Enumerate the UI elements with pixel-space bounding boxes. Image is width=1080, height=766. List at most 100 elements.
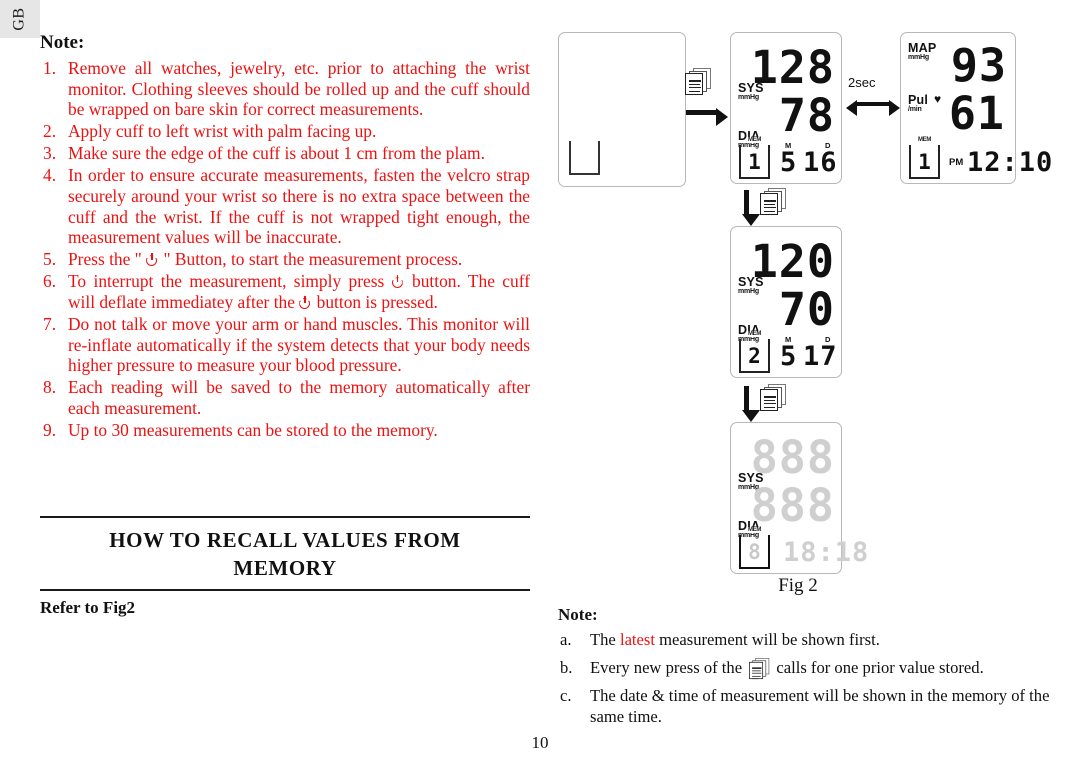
- bottom-note-list: a. The latest measurement will be shown …: [558, 629, 1058, 727]
- memory-icon-sheet: [760, 193, 778, 216]
- mem-box: [569, 141, 600, 175]
- map-unit-text: mmHg: [908, 54, 929, 61]
- memory-icon-line: [764, 406, 775, 408]
- memory-icon-line: [764, 399, 775, 401]
- section-title-line2: MEMORY: [233, 556, 337, 580]
- list-item-text: Remove all watches, jewelry, etc. prior …: [68, 58, 530, 120]
- arrow-double-icon: [846, 99, 900, 116]
- section-title: HOW TO RECALL VALUES FROM MEMORY: [40, 526, 530, 582]
- mem-value: 1: [748, 150, 761, 174]
- lcd-display-blank: [558, 32, 686, 187]
- list-item: 9. Up to 30 measurements can be stored t…: [38, 420, 530, 441]
- bottom-note-heading: Note:: [558, 605, 598, 624]
- month-value: 5: [780, 147, 798, 178]
- list-item-text: Press the ": [68, 249, 147, 270]
- section-rule-bottom: [40, 589, 530, 592]
- list-item-number: 1.: [43, 58, 57, 78]
- note-heading: Note:: [40, 32, 85, 53]
- mem-value: 1: [918, 150, 931, 174]
- month-value: 5: [780, 341, 798, 372]
- memory-icon-bar: [763, 396, 776, 399]
- memory-icon-sheet: [685, 73, 703, 96]
- list-item: 3. Make sure the edge of the cuff is abo…: [38, 143, 530, 164]
- left-column: Note: 1. Remove all watches, jewelry, et…: [38, 32, 530, 442]
- pulse-unit-text: /min: [908, 106, 922, 113]
- list-item-text: To interrupt the measurement, simply pre…: [68, 271, 392, 292]
- list-item-text: Every new press of the: [590, 658, 747, 677]
- memory-icon-line: [689, 94, 697, 96]
- time-value: 12:10: [967, 147, 1054, 178]
- power-button-icon: [146, 252, 159, 266]
- sys-value: 120: [750, 235, 835, 288]
- list-item-text-end: button is pressed.: [312, 292, 438, 313]
- list-item-number: c.: [560, 686, 572, 705]
- pulse-value: 61: [948, 87, 1005, 140]
- mem-label: MEM: [746, 527, 763, 533]
- list-item: 6. To interrupt the measurement, simply …: [38, 271, 530, 312]
- list-item-text: Make sure the edge of the cuff is about …: [68, 143, 485, 164]
- memory-icon-line: [764, 210, 775, 212]
- interval-label: 2sec: [848, 75, 876, 90]
- map-label-text: MAP: [908, 41, 937, 55]
- sys-value: 128: [750, 41, 835, 94]
- mem-box: MEM 1: [909, 137, 940, 179]
- arrow-right-icon: [686, 107, 728, 126]
- list-item-number: 5.: [43, 249, 57, 270]
- heart-icon: ♥: [934, 92, 942, 106]
- time-value: 18:18: [783, 537, 870, 568]
- list-item-number: 4.: [43, 165, 57, 186]
- list-item-text: Apply cuff to left wrist with palm facin…: [68, 121, 377, 142]
- mem-label: MEM: [916, 137, 933, 143]
- list-item-number: 2.: [43, 121, 57, 142]
- lcd-display-reading-1: SYS mmHg 128 DIA mmHg 78 MEM 1 M 5 D 16: [730, 32, 842, 184]
- list-item: 8. Each reading will be saved to the mem…: [38, 377, 530, 418]
- mem-label: MEM: [746, 137, 763, 143]
- figure-caption: Fig 2: [778, 575, 818, 596]
- list-item-number: 7.: [43, 314, 57, 335]
- mem-box: MEM 2: [739, 331, 770, 373]
- list-item-number: a.: [560, 630, 572, 649]
- list-item-text: The date & time of measurement will be s…: [590, 686, 1050, 726]
- memory-icon-line: [764, 403, 776, 405]
- day-value: 17: [803, 341, 838, 372]
- list-item: a. The latest measurement will be shown …: [558, 629, 1058, 650]
- dia-value: 888: [750, 479, 835, 532]
- lcd-display-all-segments: SYS mmHg 888 DIA mmHg 888 MEM 8 18:18: [730, 422, 868, 574]
- page-number: 10: [531, 733, 549, 752]
- list-item-number: 6.: [43, 271, 57, 292]
- lcd-display-reading-1-map: MAP mmHg 93 Pul /min ♥ 61 MEM 1 PM 12:10: [900, 32, 1052, 184]
- mem-box: MEM 1: [739, 137, 770, 179]
- list-item-text-cont: calls for one prior value stored.: [772, 658, 984, 677]
- language-tab: GB: [0, 0, 40, 38]
- memory-button-icon: [760, 384, 786, 412]
- memory-icon-line: [764, 214, 772, 216]
- lcd-display-reading-2: SYS mmHg 120 DIA mmHg 70 MEM 2 M 5 D 17: [730, 226, 842, 378]
- map-value: 93: [950, 39, 1007, 92]
- dia-value: 70: [778, 283, 835, 336]
- memory-button-icon: [760, 188, 786, 216]
- memory-icon-line: [764, 207, 776, 209]
- arrow-down-icon: [741, 386, 760, 422]
- figure-2: SYS mmHg 128 DIA mmHg 78 MEM 1 M 5 D 16 …: [548, 20, 1068, 580]
- mem-label: MEM: [746, 331, 763, 337]
- ampm-label: PM: [949, 157, 964, 168]
- day-value: 16: [803, 147, 838, 178]
- arrow-down-icon: [741, 190, 760, 226]
- sys-unit-text: mmHg: [738, 94, 759, 101]
- manual-page: GB Note: 1. Remove all watches, jewelry,…: [0, 0, 1080, 766]
- list-item-text: Up to 30 measurements can be stored to t…: [68, 420, 438, 441]
- section-title-line1: HOW TO RECALL VALUES FROM: [109, 528, 461, 552]
- memory-icon-line: [689, 87, 701, 89]
- memory-icon-line: [764, 203, 775, 205]
- bottom-note: Note: a. The latest measurement will be …: [558, 605, 1058, 734]
- list-item-text: The: [590, 630, 620, 649]
- memory-icon-bar: [688, 80, 701, 83]
- list-item: b. Every new press of the calls for one …: [558, 657, 1058, 680]
- memory-icon-line: [764, 410, 772, 412]
- map-label: MAP mmHg: [908, 41, 936, 61]
- list-item-text-cont: " Button, to start the measurement proce…: [159, 249, 463, 270]
- sys-value: 888: [750, 431, 835, 484]
- mem-value: 8: [748, 540, 761, 564]
- dia-value: 78: [778, 89, 835, 142]
- sys-unit-text: mmHg: [738, 288, 759, 295]
